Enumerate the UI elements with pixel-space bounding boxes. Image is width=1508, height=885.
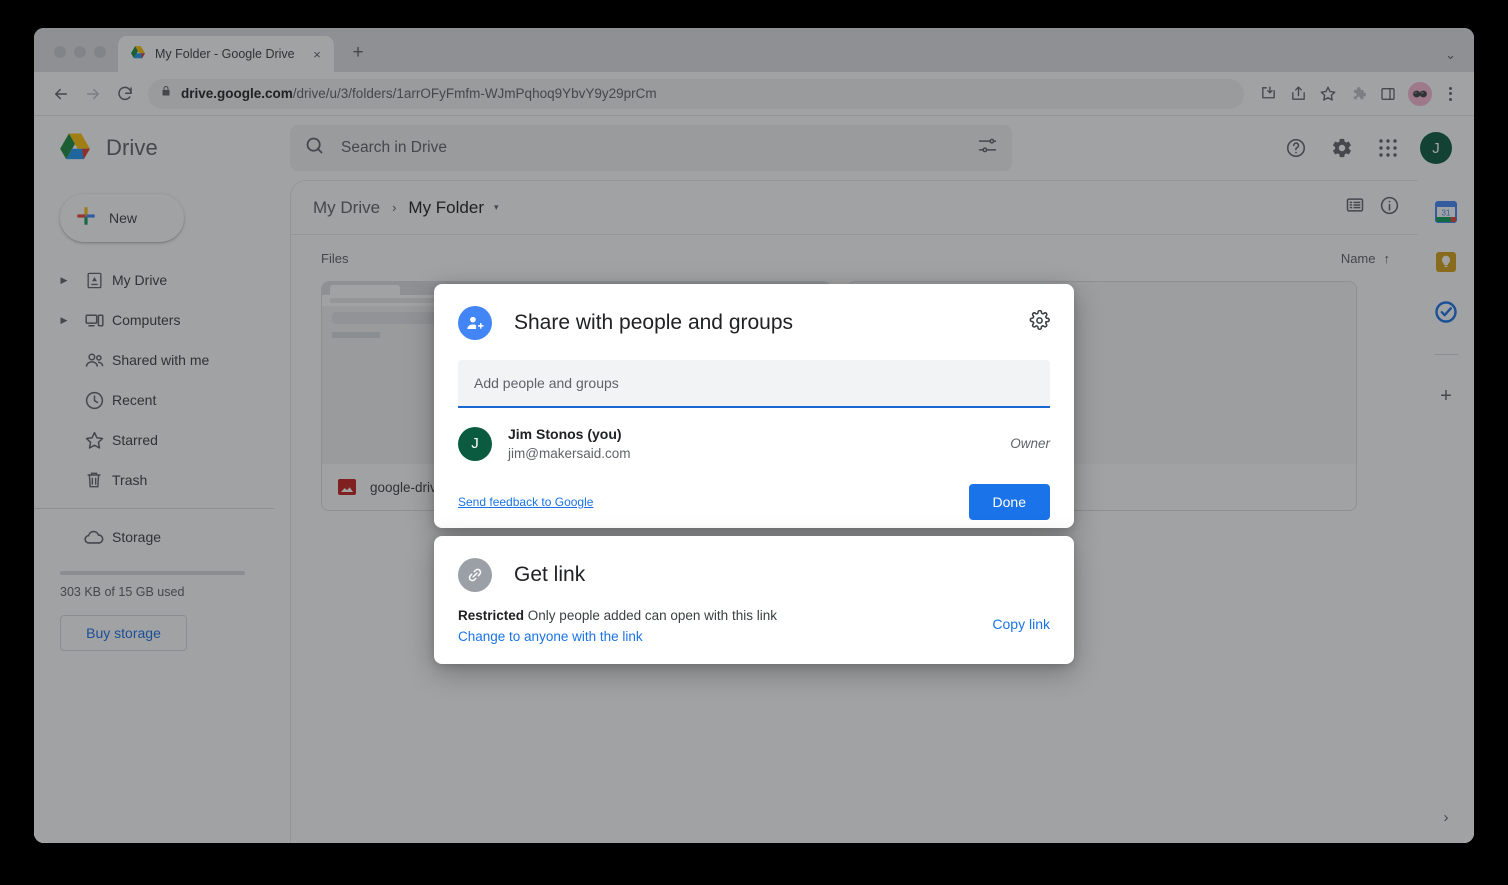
person-name: Jim Stonos (you) [508, 426, 622, 442]
settings-gear-icon[interactable] [1029, 309, 1050, 336]
link-status-text: Restricted Only people added can open wi… [458, 608, 777, 623]
share-dialog-footer: Send feedback to Google Done [458, 483, 1050, 520]
person-avatar: J [458, 426, 492, 461]
person-role: Owner [1010, 436, 1050, 452]
link-restriction-label: Restricted [458, 608, 525, 623]
get-link-title: Get link [514, 563, 586, 586]
share-person-row: J Jim Stonos (you) jim@makersaid.com Own… [458, 424, 1050, 464]
add-people-input[interactable]: Add people and groups [458, 360, 1050, 408]
share-dialog: Share with people and groups Add people … [434, 284, 1074, 528]
link-status-row: Restricted Only people added can open wi… [458, 606, 1050, 648]
get-link-header: Get link [458, 558, 1050, 592]
link-restriction-detail: Only people added can open with this lin… [527, 608, 777, 623]
copy-link-button[interactable]: Copy link [992, 606, 1050, 632]
share-dialog-header: Share with people and groups [458, 306, 1050, 340]
done-button[interactable]: Done [968, 483, 1050, 520]
person-add-icon [458, 306, 492, 340]
person-identity: Jim Stonos (you) jim@makersaid.com [508, 424, 630, 464]
browser-window: My Folder - Google Drive × + ⌄ drive.goo… [34, 28, 1474, 843]
person-email: jim@makersaid.com [508, 446, 631, 462]
send-feedback-link[interactable]: Send feedback to Google [458, 495, 593, 509]
get-link-dialog: Get link Restricted Only people added ca… [434, 536, 1074, 664]
share-dialog-title: Share with people and groups [514, 311, 794, 334]
add-people-placeholder: Add people and groups [474, 375, 619, 391]
link-status-group: Restricted Only people added can open wi… [458, 606, 777, 648]
change-link-access-link[interactable]: Change to anyone with the link [458, 627, 777, 648]
link-icon [458, 558, 492, 592]
screen: My Folder - Google Drive × + ⌄ drive.goo… [0, 0, 1508, 885]
